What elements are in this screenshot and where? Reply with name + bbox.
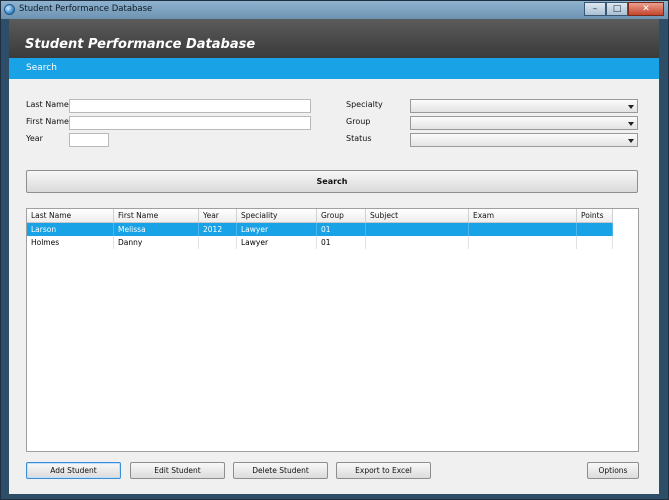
table-cell: Melissa [114,223,199,236]
chevron-down-icon [628,139,634,143]
tab-bar: Search [9,58,659,79]
status-select[interactable] [410,133,638,147]
table-cell: Lawyer [237,223,317,236]
page-title: Student Performance Database [25,37,256,52]
table-cell [469,223,577,236]
window-controls: – □ ✕ [584,2,664,16]
specialty-label: Specialty [346,100,383,109]
table-row[interactable]: Larson Melissa 2012 Lawyer 01 [27,223,613,236]
title-bar[interactable]: Student Performance Database – □ ✕ [1,1,668,19]
table-row[interactable]: Holmes Danny Lawyer 01 [27,236,613,249]
first-name-input[interactable] [69,116,311,130]
app-icon [4,4,15,15]
results-table[interactable]: Last Name First Name Year Speciality Group Su… [26,208,639,452]
export-to-excel-button[interactable]: Export to Excel [336,462,431,479]
table-cell: Lawyer [237,236,317,249]
table-cell [469,236,577,249]
group-select[interactable] [410,116,638,130]
table-cell: 2012 [199,223,237,236]
window-title: Student Performance Database [19,4,153,14]
chevron-down-icon [628,122,634,126]
chevron-down-icon [628,105,634,109]
table-cell: Larson [27,223,114,236]
last-name-input[interactable] [69,99,311,113]
table-cell: Holmes [27,236,114,249]
group-label: Group [346,117,371,126]
specialty-select[interactable] [410,99,638,113]
column-header[interactable]: Group [317,209,366,223]
column-header[interactable]: Year [199,209,237,223]
table-cell: 01 [317,236,366,249]
table-header: Last Name First Name Year Speciality Group Su… [27,209,613,223]
edit-student-button[interactable]: Edit Student [130,462,225,479]
minimize-icon[interactable]: – [584,2,606,16]
last-name-label: Last Name [26,100,69,109]
search-button[interactable]: Search [26,170,638,193]
table-body: Larson Melissa 2012 Lawyer 01 Holmes Danny Lawy… [27,223,613,249]
table-cell: 01 [317,223,366,236]
column-header[interactable]: Exam [469,209,577,223]
table-cell [577,223,613,236]
table-cell [366,236,469,249]
column-header[interactable]: Last Name [27,209,114,223]
add-student-button[interactable]: Add Student [26,462,121,479]
year-input[interactable] [69,133,109,147]
maximize-icon[interactable]: □ [606,2,628,16]
year-label: Year [26,134,43,143]
first-name-label: First Name [26,117,69,126]
table-cell [577,236,613,249]
column-header[interactable]: First Name [114,209,199,223]
tab-search[interactable]: Search [26,63,57,73]
close-icon[interactable]: ✕ [628,2,664,16]
app-window: Student Performance Database – □ ✕ Stude… [0,0,669,500]
table-cell [366,223,469,236]
column-header[interactable]: Speciality [237,209,317,223]
header-band: Student Performance Database [9,19,659,58]
status-label: Status [346,134,372,143]
delete-student-button[interactable]: Delete Student [233,462,328,479]
options-button[interactable]: Options [587,462,639,479]
column-header[interactable]: Subject [366,209,469,223]
column-header[interactable]: Points [577,209,613,223]
client-area: Student Performance Database Search Last… [9,19,659,494]
table-cell: Danny [114,236,199,249]
table-cell [199,236,237,249]
